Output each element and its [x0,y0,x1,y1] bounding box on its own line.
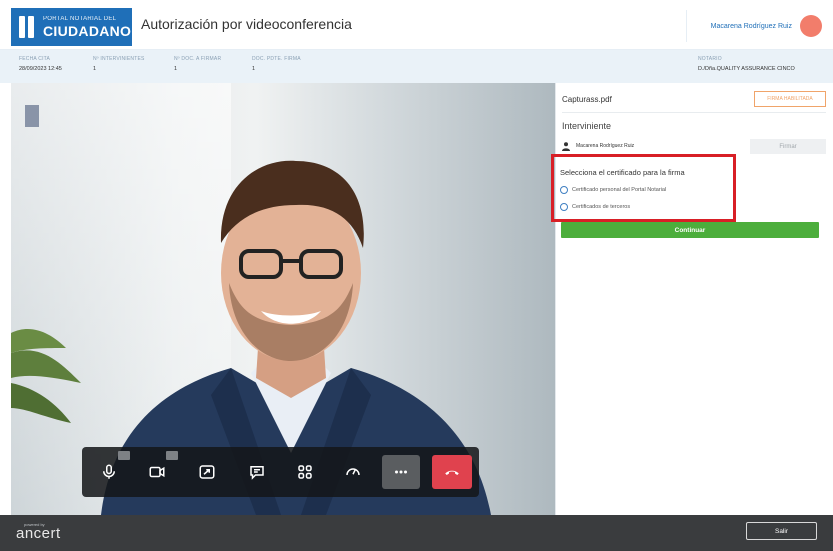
share-screen-button[interactable] [188,455,226,489]
interviniente-name: Macarena Rodríguez Ruiz [576,143,635,149]
cert-option-terceros[interactable]: Certificados de terceros [560,203,630,211]
radio-terceros[interactable] [560,203,568,211]
cert-option-terceros-label[interactable]: Certificados de terceros [572,204,630,210]
grid-icon [298,465,312,479]
video-feed [11,83,555,515]
continue-button[interactable]: Continuar [561,222,819,238]
doc-pdte-value: 1 [252,66,256,72]
info-doc-firmar: Nº DOC. A FIRMAR 1 [174,56,221,72]
avatar[interactable] [800,15,822,37]
interviniente-row: Macarena Rodríguez Ruiz Firmar [562,139,826,155]
notario-value: D./Dña.QUALITY ASSURANCE CINCO [698,66,795,72]
cert-option-personal-label[interactable]: Certificado personal del Portal Notarial [572,187,666,193]
info-intervinientes: Nº INTERVINIENTES 1 [93,56,145,72]
camera-icon [149,466,165,478]
user-menu[interactable]: Macarena Rodríguez Ruiz [686,10,822,42]
hang-up-button[interactable] [432,455,472,489]
more-options-button[interactable] [382,455,420,489]
footer: powered by ancert Salir [0,515,833,551]
fecha-value: 28/09/2023 12:45 [19,66,62,72]
connection-stats-button[interactable] [334,455,372,489]
doc-firmar-value: 1 [174,66,178,72]
logo-mark-icon [19,16,35,38]
info-notario: NOTARIO D./Dña.QUALITY ASSURANCE CINCO [698,56,795,72]
logo-title: CIUDADANO [43,23,132,39]
hang-up-icon [445,470,459,475]
logo-subtitle: PORTAL NOTARIAL DEL [43,16,117,22]
doc-firmar-label: Nº DOC. A FIRMAR [174,56,222,62]
brand-name: ancert [16,525,61,542]
firma-habilitada-badge[interactable]: FIRMA HABILITADA [754,91,826,107]
info-fecha: FECHA CITA 28/09/2023 12:45 [19,56,62,72]
notary-emblem-icon [25,105,39,127]
cert-option-personal[interactable]: Certificado personal del Portal Notarial [560,186,666,194]
interviniente-title: Interviniente [562,121,612,131]
certificate-selection-title: Selecciona el certificado para la firma [560,168,685,177]
signing-panel: Capturass.pdf FIRMA HABILITADA Intervini… [555,83,833,515]
page-title: Autorización por videoconferencia [141,16,352,32]
doc-pdte-label: DOC. PDTE. FIRMA [252,56,301,62]
share-screen-icon [199,465,215,479]
call-controls-toolbar [82,447,479,497]
appointment-info-bar: FECHA CITA 28/09/2023 12:45 Nº INTERVINI… [0,50,833,83]
portal-logo[interactable]: PORTAL NOTARIAL DEL CIUDADANO [11,8,132,46]
document-name[interactable]: Capturass.pdf [562,95,612,104]
info-doc-pendiente: DOC. PDTE. FIRMA 1 [252,56,301,72]
intervinientes-label: Nº INTERVINIENTES [93,56,145,62]
chat-button[interactable] [238,455,276,489]
document-row: Capturass.pdf FIRMA HABILITADA [562,91,826,113]
person-icon [562,142,570,151]
camera-button[interactable] [138,455,176,489]
microphone-icon [103,464,115,479]
user-name[interactable]: Macarena Rodríguez Ruiz [711,23,792,30]
fecha-label: FECHA CITA [19,56,51,62]
microphone-button[interactable] [90,455,128,489]
radio-personal[interactable] [560,186,568,194]
notario-label: NOTARIO [698,56,722,62]
more-icon [395,470,407,474]
notary-watermark [25,105,39,127]
header: PORTAL NOTARIAL DEL CIUDADANO Autorizaci… [0,0,833,50]
ancert-logo: powered by ancert [16,522,61,542]
intervinientes-value: 1 [93,66,97,72]
layout-grid-button[interactable] [286,455,324,489]
firmar-button[interactable]: Firmar [750,139,826,154]
speed-icon [346,468,360,476]
chat-icon [250,466,264,480]
exit-button[interactable]: Salir [746,522,817,540]
